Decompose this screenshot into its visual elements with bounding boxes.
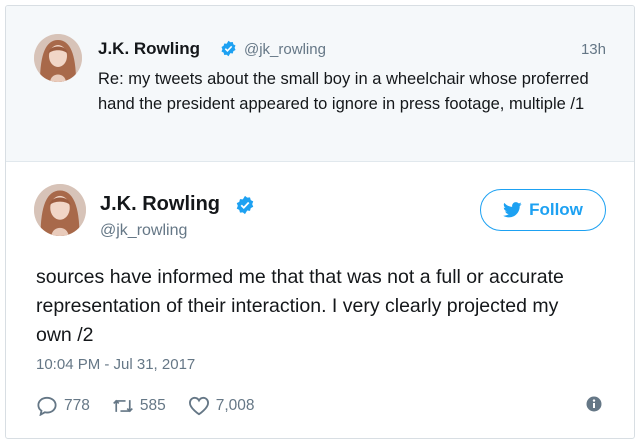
like-count: 7,008 <box>215 397 255 414</box>
tweet-text: Re: my tweets about the small boy in a w… <box>98 70 589 113</box>
verified-badge-icon <box>221 40 236 57</box>
tweet-embed: J.K. Rowling @jk_rowling 13h Re: my twee… <box>5 5 635 439</box>
follow-button[interactable]: Follow <box>480 189 606 231</box>
reply-count: 778 <box>64 397 90 414</box>
twitter-bird-icon <box>503 202 522 218</box>
reply-icon <box>37 396 57 416</box>
tweet-timestamp[interactable]: 10:04 PM - Jul 31, 2017 <box>36 356 195 373</box>
tweet-time[interactable]: 13h <box>581 41 606 58</box>
avatar-image <box>34 34 82 82</box>
tweet-actions: 778 585 7,008 <box>36 396 277 416</box>
author-name[interactable]: J.K. Rowling <box>100 193 220 216</box>
retweet-count: 585 <box>139 397 166 414</box>
author-handle[interactable]: @jk_rowling <box>244 41 326 58</box>
avatar[interactable] <box>34 34 82 82</box>
retweet-icon <box>112 399 133 413</box>
heart-icon <box>188 396 209 416</box>
follow-label: Follow <box>529 200 583 219</box>
author-name[interactable]: J.K. Rowling <box>98 39 200 59</box>
verified-badge-icon <box>236 195 254 215</box>
retweet-button[interactable]: 585 <box>112 396 166 416</box>
like-button[interactable]: 7,008 <box>188 396 255 416</box>
tweet-text: sources have informed me that that was n… <box>36 266 564 346</box>
reply-button[interactable]: 778 <box>36 396 90 416</box>
avatar-image <box>34 184 86 236</box>
author-handle[interactable]: @jk_rowling <box>100 222 187 240</box>
avatar[interactable] <box>34 184 86 236</box>
parent-tweet[interactable]: J.K. Rowling @jk_rowling 13h Re: my twee… <box>6 6 634 162</box>
info-icon[interactable] <box>586 396 602 412</box>
